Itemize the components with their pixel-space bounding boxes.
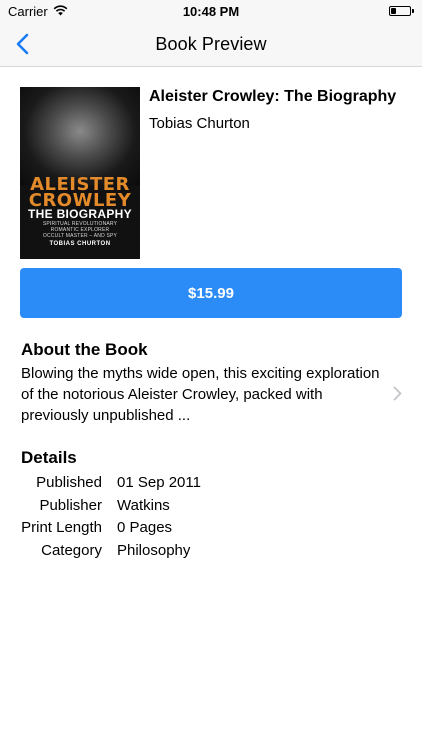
back-button[interactable] [2, 22, 42, 66]
detail-label: Category [41, 541, 102, 559]
book-cover-image: ALEISTER CROWLEY THE BIOGRAPHY SPIRITUAL… [20, 87, 140, 259]
cover-taglines: SPIRITUAL REVOLUTIONARY ROMANTIC EXPLORE… [20, 221, 140, 239]
page-title: Book Preview [155, 33, 267, 54]
detail-row-publisher: Publisher Watkins [0, 495, 422, 518]
book-title: Aleister Crowley: The Biography [149, 88, 397, 105]
detail-value: Watkins [117, 496, 170, 514]
cover-author: TOBIAS CHURTON [49, 241, 111, 247]
about-description: Blowing the myths wide open, this exciti… [21, 365, 380, 424]
book-author: Tobias Churton [149, 115, 250, 132]
book-meta: Aleister Crowley: The Biography Tobias C… [149, 87, 396, 259]
detail-row-published: Published 01 Sep 2011 [0, 472, 422, 495]
detail-row-category: Category Philosophy [0, 540, 422, 563]
carrier-label: Carrier [8, 3, 48, 19]
detail-label: Published [36, 474, 102, 491]
about-heading: About the Book [21, 340, 148, 359]
battery-icon [389, 6, 414, 16]
wifi-icon [53, 4, 68, 19]
about-description-row[interactable]: Blowing the myths wide open, this exciti… [21, 360, 402, 426]
navigation-bar: Book Preview [0, 22, 422, 67]
chevron-right-icon [382, 386, 402, 401]
details-table: Published 01 Sep 2011 Publisher Watkins … [0, 472, 422, 562]
book-header: ALEISTER CROWLEY THE BIOGRAPHY SPIRITUAL… [0, 67, 422, 259]
status-bar: Carrier 10:48 PM [0, 0, 422, 22]
cover-subtitle: THE BIOGRAPHY [28, 207, 132, 221]
cover-title: ALEISTER CROWLEY [20, 176, 140, 210]
status-left: Carrier [8, 4, 68, 19]
detail-value: Philosophy [117, 541, 191, 559]
cover-portrait [20, 87, 140, 185]
cover-tagline: OCCULT MASTER – AND SPY [42, 233, 118, 239]
buy-price-button[interactable]: $15.99 [20, 268, 402, 318]
chevron-left-icon [16, 33, 29, 55]
detail-label: Publisher [39, 496, 102, 514]
detail-row-print-length: Print Length 0 Pages [0, 517, 422, 540]
detail-value: 0 Pages [117, 519, 173, 536]
details-heading: Details [21, 448, 77, 467]
detail-value: 01 Sep 2011 [117, 474, 201, 491]
detail-label: Print Length [21, 519, 102, 536]
